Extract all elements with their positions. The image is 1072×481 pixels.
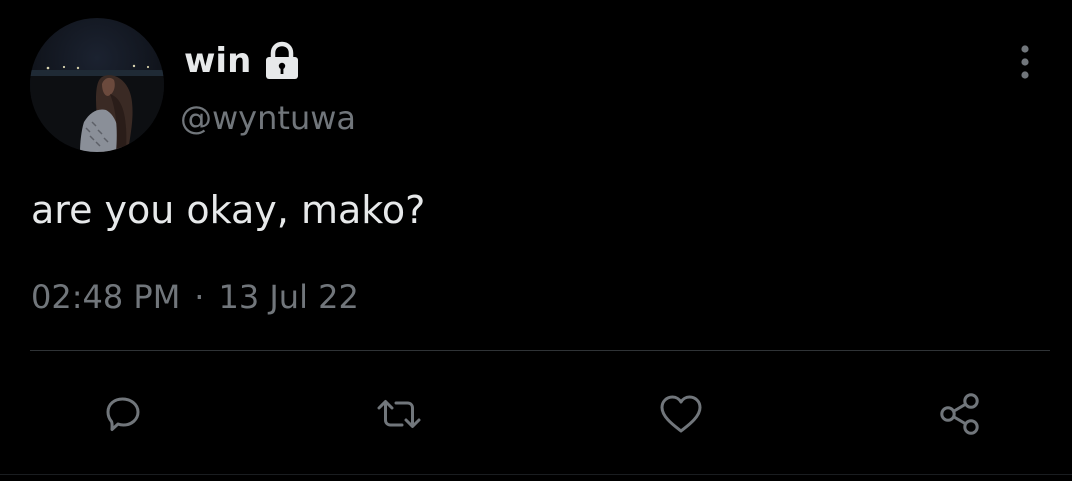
lock-icon xyxy=(261,40,303,82)
share-icon xyxy=(940,393,979,435)
tweet-text: are you okay, mako? xyxy=(31,188,426,232)
like-icon xyxy=(660,395,702,433)
meta-separator: · xyxy=(194,278,205,316)
retweet-icon xyxy=(377,400,421,428)
avatar-photo xyxy=(30,18,164,152)
like-button[interactable] xyxy=(656,389,706,439)
divider xyxy=(30,350,1050,351)
reply-icon xyxy=(106,397,140,431)
author-name-row[interactable]: win xyxy=(184,36,303,86)
more-options-button[interactable] xyxy=(1010,42,1040,82)
share-button[interactable] xyxy=(935,389,985,439)
reply-button[interactable] xyxy=(98,389,148,439)
display-name[interactable]: win xyxy=(184,44,251,78)
avatar[interactable] xyxy=(30,18,164,152)
tweet-metadata: 02:48 PM · 13 Jul 22 xyxy=(31,278,359,316)
retweet-button[interactable] xyxy=(374,389,424,439)
tweet-date: 13 Jul 22 xyxy=(218,278,359,316)
more-vertical-icon xyxy=(1021,45,1029,79)
author-handle[interactable]: @wyntuwa xyxy=(180,102,356,134)
bottom-border xyxy=(0,474,1072,475)
tweet-time: 02:48 PM xyxy=(31,278,181,316)
